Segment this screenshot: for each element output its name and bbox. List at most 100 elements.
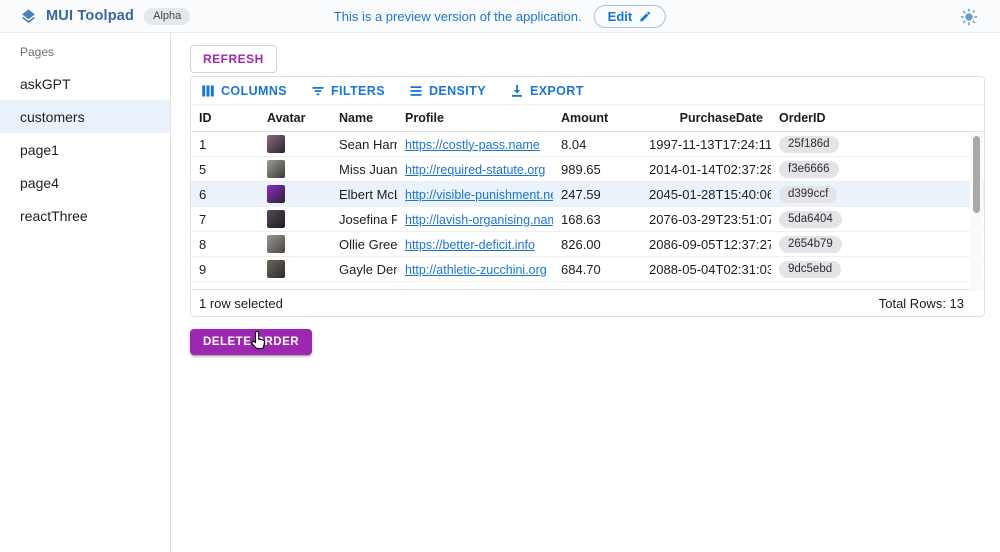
avatar bbox=[267, 185, 285, 203]
edit-button[interactable]: Edit bbox=[594, 5, 667, 28]
cell-id: 8 bbox=[191, 237, 259, 252]
columns-button-label: COLUMNS bbox=[221, 84, 287, 98]
sidebar-nav-item-label: customers bbox=[20, 109, 85, 125]
cell-id: 6 bbox=[191, 187, 259, 202]
table-row[interactable]: 1 Sean Harris https://costly-pass.name 8… bbox=[191, 132, 984, 157]
edit-button-label: Edit bbox=[608, 9, 633, 24]
sidebar-nav-item[interactable]: reactThree bbox=[0, 199, 170, 232]
table-row[interactable]: 6 Elbert McL… http://visible-punishment.… bbox=[191, 182, 984, 207]
order-id-chip: d399ccf bbox=[779, 186, 837, 204]
refresh-button[interactable]: REFRESH bbox=[190, 45, 277, 73]
table-row[interactable]: 7 Josefina P… http://lavish-organising.n… bbox=[191, 207, 984, 232]
sidebar-nav-item[interactable]: askGPT bbox=[0, 67, 170, 100]
cell-purchase-date: 2045-01-28T15:40:06.325Z bbox=[641, 187, 771, 202]
profile-link[interactable]: https://better-deficit.info bbox=[405, 238, 535, 252]
theme-toggle-button[interactable] bbox=[960, 8, 978, 26]
filters-button[interactable]: FILTERS bbox=[311, 84, 385, 98]
pencil-icon bbox=[639, 10, 652, 23]
cell-profile: https://costly-pass.name bbox=[397, 137, 553, 152]
scrollbar-thumb[interactable] bbox=[973, 136, 980, 213]
cell-profile: http://required-statute.org bbox=[397, 162, 553, 177]
grid-header-row: ID Avatar Name Profile Amount PurchaseDa… bbox=[191, 105, 984, 132]
export-button[interactable]: EXPORT bbox=[510, 84, 584, 98]
column-header-name[interactable]: Name bbox=[331, 111, 397, 125]
cell-amount: 8.04 bbox=[553, 137, 641, 152]
delete-order-button[interactable]: DELETE ORDER bbox=[190, 329, 312, 355]
avatar bbox=[267, 160, 285, 178]
column-header-purchasedate[interactable]: PurchaseDate bbox=[641, 111, 771, 125]
avatar bbox=[267, 210, 285, 228]
density-icon bbox=[409, 84, 423, 98]
cell-profile: http://athletic-zucchini.org bbox=[397, 262, 553, 277]
columns-icon bbox=[201, 84, 215, 98]
order-id-chip: 25f186d bbox=[779, 136, 839, 154]
profile-link[interactable]: http://required-statute.org bbox=[405, 163, 545, 177]
profile-link[interactable]: http://athletic-zucchini.org bbox=[405, 263, 547, 277]
cell-order-id: d399ccf bbox=[771, 185, 984, 204]
order-id-chip: 9dc5ebd bbox=[779, 261, 841, 279]
main-content: REFRESH COLUMNS FILTERS DENSITY bbox=[171, 33, 1000, 552]
cell-avatar bbox=[259, 160, 331, 178]
data-grid: COLUMNS FILTERS DENSITY EXPORT bbox=[190, 76, 985, 317]
sidebar-nav-item-label: page4 bbox=[20, 175, 59, 191]
cell-id: 5 bbox=[191, 162, 259, 177]
cell-purchase-date: 2086-09-05T12:37:27.015Z bbox=[641, 237, 771, 252]
cell-avatar bbox=[259, 210, 331, 228]
cell-profile: http://visible-punishment.net bbox=[397, 187, 553, 202]
order-id-chip: 2654b79 bbox=[779, 236, 842, 254]
cell-purchase-date: 2088-05-04T02:31:03.294Z bbox=[641, 262, 771, 277]
sidebar-nav-item[interactable]: page4 bbox=[0, 166, 170, 199]
cell-amount: 168.63 bbox=[553, 212, 641, 227]
grid-empty-space bbox=[191, 282, 984, 289]
export-icon bbox=[510, 84, 524, 98]
vertical-scrollbar[interactable] bbox=[970, 133, 983, 291]
avatar bbox=[267, 260, 285, 278]
cell-name: Gayle Den… bbox=[331, 262, 397, 277]
sidebar-nav-item[interactable]: page1 bbox=[0, 133, 170, 166]
grid-footer: 1 row selected Total Rows: 13 bbox=[191, 289, 984, 316]
sidebar-section-label: Pages bbox=[0, 41, 170, 67]
sidebar-nav-item-label: askGPT bbox=[20, 76, 71, 92]
cell-name: Miss Juan … bbox=[331, 162, 397, 177]
columns-button[interactable]: COLUMNS bbox=[201, 84, 287, 98]
profile-link[interactable]: http://lavish-organising.name bbox=[405, 213, 553, 227]
cell-purchase-date: 1997-11-13T17:24:11.769Z bbox=[641, 137, 771, 152]
grid-rows: 1 Sean Harris https://costly-pass.name 8… bbox=[191, 132, 984, 282]
order-id-chip: 5da6404 bbox=[779, 211, 842, 229]
cell-amount: 989.65 bbox=[553, 162, 641, 177]
sidebar-nav-item-label: reactThree bbox=[20, 208, 88, 224]
column-header-amount[interactable]: Amount bbox=[553, 111, 641, 125]
column-header-avatar[interactable]: Avatar bbox=[259, 111, 331, 125]
cell-amount: 826.00 bbox=[553, 237, 641, 252]
alpha-badge: Alpha bbox=[144, 8, 190, 25]
order-id-chip: f3e6666 bbox=[779, 161, 839, 179]
density-button-label: DENSITY bbox=[429, 84, 486, 98]
cell-id: 9 bbox=[191, 262, 259, 277]
filter-icon bbox=[311, 84, 325, 98]
preview-message: This is a preview version of the applica… bbox=[334, 9, 582, 24]
cell-avatar bbox=[259, 185, 331, 203]
profile-link[interactable]: http://visible-punishment.net bbox=[405, 188, 553, 202]
column-header-profile[interactable]: Profile bbox=[397, 111, 553, 125]
density-button[interactable]: DENSITY bbox=[409, 84, 486, 98]
cell-order-id: f3e6666 bbox=[771, 160, 984, 179]
cell-avatar bbox=[259, 135, 331, 153]
column-header-id[interactable]: ID bbox=[191, 111, 259, 125]
grid-toolbar: COLUMNS FILTERS DENSITY EXPORT bbox=[191, 77, 984, 105]
sun-icon bbox=[960, 8, 978, 26]
profile-link[interactable]: https://costly-pass.name bbox=[405, 138, 540, 152]
cell-amount: 684.70 bbox=[553, 262, 641, 277]
sidebar: Pages askGPT customers page1 page4 react… bbox=[0, 33, 171, 552]
cell-name: Elbert McL… bbox=[331, 187, 397, 202]
table-row[interactable]: 9 Gayle Den… http://athletic-zucchini.or… bbox=[191, 257, 984, 282]
toolpad-logo-icon bbox=[20, 8, 37, 25]
filters-button-label: FILTERS bbox=[331, 84, 385, 98]
cell-order-id: 9dc5ebd bbox=[771, 260, 984, 279]
table-row[interactable]: 8 Ollie Green… https://better-deficit.in… bbox=[191, 232, 984, 257]
cell-name: Josefina P… bbox=[331, 212, 397, 227]
cell-profile: http://lavish-organising.name bbox=[397, 212, 553, 227]
total-rows: Total Rows: 13 bbox=[879, 296, 964, 311]
column-header-orderid[interactable]: OrderID bbox=[771, 111, 984, 125]
sidebar-nav-item[interactable]: customers bbox=[0, 100, 170, 133]
table-row[interactable]: 5 Miss Juan … http://required-statute.or… bbox=[191, 157, 984, 182]
